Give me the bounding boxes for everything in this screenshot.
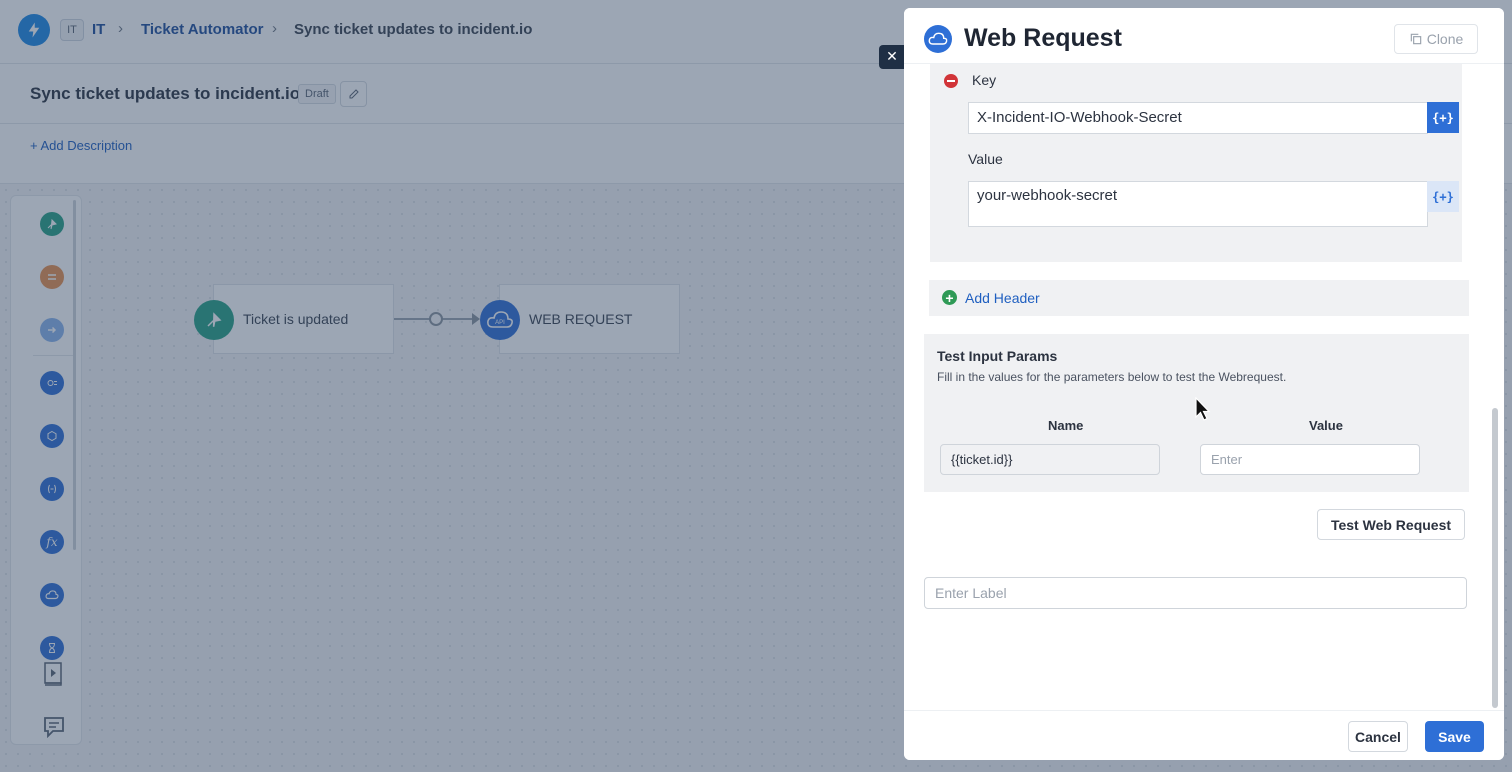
copy-icon xyxy=(1410,33,1421,45)
value-label: Value xyxy=(968,151,1003,167)
param-value-input[interactable]: Enter xyxy=(1200,444,1420,475)
header-value-input[interactable]: your-webhook-secret xyxy=(968,181,1428,227)
clone-label: Clone xyxy=(1426,31,1464,47)
test-params-title: Test Input Params xyxy=(937,348,1058,364)
column-header-value: Value xyxy=(1309,418,1343,433)
header-key-input[interactable]: X-Incident-IO-Webhook-Secret xyxy=(968,102,1428,134)
key-label: Key xyxy=(972,72,997,88)
drawer-footer: Cancel Save xyxy=(904,710,1504,760)
header-entry-panel xyxy=(930,64,1462,262)
close-drawer-button[interactable]: ✕ xyxy=(879,45,905,69)
label-input[interactable]: Enter Label xyxy=(924,577,1467,609)
clone-button[interactable]: Clone xyxy=(1394,24,1478,54)
save-button[interactable]: Save xyxy=(1425,721,1484,752)
drawer-title: Web Request xyxy=(964,24,1122,52)
test-web-request-button[interactable]: Test Web Request xyxy=(1317,509,1465,540)
drawer-header: Web Request Clone xyxy=(904,8,1504,64)
remove-header-icon[interactable] xyxy=(944,74,958,88)
cloud-api-icon xyxy=(924,25,952,53)
plus-circle-icon: + xyxy=(942,290,957,305)
column-header-name: Name xyxy=(1048,418,1084,433)
add-header-button[interactable]: + Add Header xyxy=(929,280,1469,316)
test-params-description: Fill in the values for the parameters be… xyxy=(937,370,1287,384)
web-request-drawer: Key X-Incident-IO-Webhook-Secret {+} Val… xyxy=(904,8,1504,760)
cancel-button[interactable]: Cancel xyxy=(1348,721,1408,752)
mouse-cursor-icon xyxy=(1195,396,1211,428)
insert-variable-button[interactable]: {+} xyxy=(1427,102,1459,133)
add-header-label: Add Header xyxy=(965,290,1040,306)
insert-variable-button[interactable]: {+} xyxy=(1427,181,1459,212)
drawer-scrollbar[interactable] xyxy=(1492,408,1498,708)
param-name-field: {{ticket.id}} xyxy=(940,444,1160,475)
